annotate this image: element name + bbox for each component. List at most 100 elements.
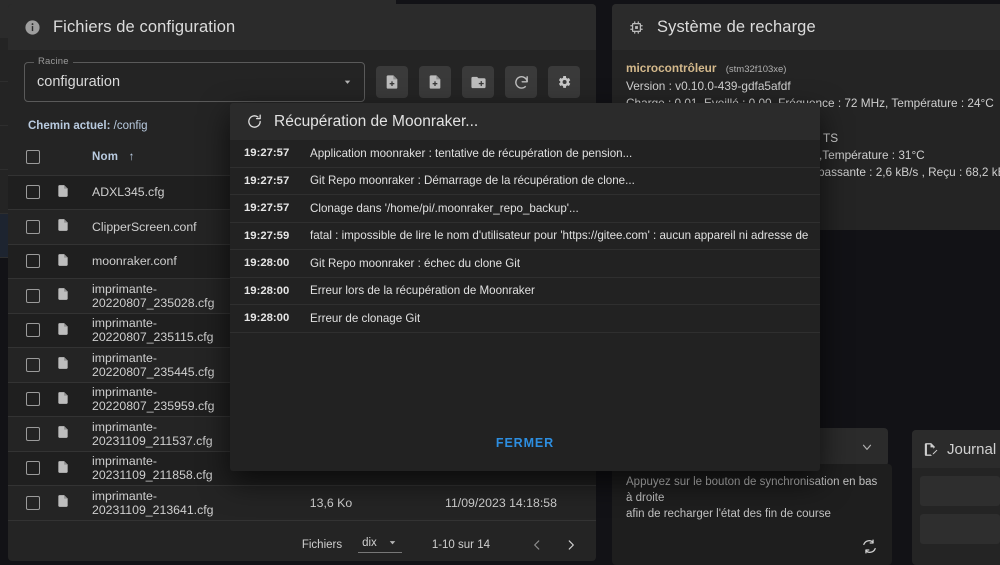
file-icon (56, 321, 70, 337)
log-time: 19:28:00 (244, 312, 290, 325)
mcu-version: Version : v0.10.0-439-gdfa5afdf (626, 79, 791, 93)
gear-icon (556, 74, 572, 90)
system-panel-header: Système de recharge (612, 4, 1000, 50)
file-plus-icon (427, 74, 443, 90)
sort-arrow-icon: ↑ (128, 151, 135, 164)
endstop-tooltip-panel: Appuyez sur le bouton de synchronisation… (612, 464, 892, 565)
paginator-next-button[interactable] (554, 528, 588, 562)
log-time: 19:27:57 (244, 147, 290, 160)
table-row[interactable]: imprimante-20231109_213641.cfg 13,6 Ko 11/… (8, 485, 596, 521)
select-all-checkbox[interactable] (26, 150, 40, 165)
file-icon (56, 217, 70, 233)
row-checkbox[interactable] (26, 357, 40, 372)
file-name: imprimante-20220807_235445.cfg (92, 350, 215, 379)
paginator: Fichiers dix 1-10 sur 14 (8, 521, 596, 562)
settings-button[interactable] (548, 66, 580, 98)
file-name: ClipperScreen.conf (92, 219, 197, 234)
file-icon-cell (56, 347, 90, 383)
breadcrumb-label: Chemin actuel: (28, 120, 111, 132)
log-message: Clonage dans '/home/pi/.moonraker_repo_b… (310, 201, 579, 215)
file-icon-cell (56, 244, 90, 279)
page-title: Fichiers de configuration (53, 17, 236, 36)
journal-row[interactable] (920, 514, 1000, 544)
new-folder-button[interactable] (462, 66, 494, 98)
app-root: Fichiers de configuration Racine configu… (0, 0, 1000, 565)
root-select[interactable]: Racine configuration (24, 56, 365, 102)
chevron-down-icon (860, 440, 874, 454)
info-icon (24, 19, 41, 36)
row-select-cell[interactable] (8, 209, 56, 245)
files-toolbar: Racine configuration (8, 50, 596, 108)
log-message: fatal : impossible de lire le nom d'util… (310, 229, 810, 243)
row-checkbox[interactable] (26, 461, 40, 476)
log-entry: 19:27:57 Clonage dans '/home/pi/.moonrake… (230, 195, 820, 223)
file-icon-cell (56, 313, 90, 348)
row-checkbox[interactable] (26, 426, 40, 441)
log-message: Application moonraker : tentative de réc… (310, 146, 633, 160)
file-icon-cell (56, 209, 90, 245)
file-icon (56, 355, 70, 371)
close-button[interactable]: FERMER (482, 428, 568, 458)
chip-icon (628, 19, 645, 36)
dialog-header: Récupération de Moonraker... (230, 103, 820, 140)
row-select-cell[interactable] (8, 416, 56, 452)
paginator-prev-button[interactable] (520, 528, 554, 562)
row-checkbox[interactable] (26, 495, 40, 510)
file-name: ADXL345.cfg (92, 185, 165, 200)
file-icon-cell (56, 451, 90, 486)
sync-button[interactable] (861, 538, 878, 555)
refresh-button[interactable] (505, 66, 537, 98)
row-checkbox[interactable] (26, 392, 40, 407)
file-icon-cell (56, 278, 90, 314)
row-select-cell[interactable] (8, 451, 56, 486)
row-select-cell[interactable] (8, 278, 56, 314)
row-select-cell[interactable] (8, 175, 56, 210)
chevron-left-icon (530, 538, 544, 552)
root-select-legend: Racine (34, 56, 73, 67)
mcu-chip: (stm32f103xe) (725, 64, 787, 75)
file-name: moonraker.conf (92, 254, 177, 269)
system-panel-title: Système de recharge (657, 17, 816, 36)
file-icon (56, 459, 70, 475)
log-time: 19:28:00 (244, 257, 290, 270)
file-icon-cell (56, 382, 90, 417)
icon-column-header (56, 140, 90, 176)
row-select-cell[interactable] (8, 244, 56, 279)
row-checkbox[interactable] (26, 323, 40, 338)
row-checkbox[interactable] (26, 254, 40, 269)
file-icon (56, 286, 70, 302)
chevron-down-icon (342, 77, 353, 88)
journal-panel-header: Journal (912, 430, 1000, 468)
journal-row[interactable] (920, 476, 1000, 506)
log-time: 19:28:00 (244, 284, 290, 297)
occluded-line-1: TS (823, 131, 839, 145)
log-message: Erreur de clonage Git (310, 311, 421, 325)
root-select-value: configuration (37, 74, 121, 90)
file-icon-cell (56, 416, 90, 452)
sync-icon (861, 538, 878, 555)
upload-file-button[interactable] (419, 66, 451, 98)
file-name: imprimante-20231109_213641.cfg (92, 488, 214, 517)
refresh-icon (513, 74, 530, 91)
dialog-footer: FERMER (230, 415, 820, 471)
page-size-select[interactable]: dix (358, 537, 402, 553)
row-select-cell[interactable] (8, 382, 56, 417)
file-name: imprimante-20220807_235028.cfg (92, 281, 215, 310)
select-all-cell[interactable] (8, 140, 56, 176)
config-files-header: Fichiers de configuration (8, 4, 596, 50)
file-size-cell: 13,6 Ko (256, 485, 406, 521)
row-checkbox[interactable] (26, 288, 40, 303)
row-select-cell[interactable] (8, 485, 56, 521)
file-name-cell[interactable]: imprimante-20231109_213641.cfg (90, 485, 256, 521)
journal-panel: Journal (912, 430, 1000, 565)
folder-plus-icon (470, 74, 487, 91)
row-select-cell[interactable] (8, 313, 56, 348)
row-select-cell[interactable] (8, 347, 56, 383)
file-name: imprimante-20231109_211858.cfg (92, 454, 213, 483)
row-checkbox[interactable] (26, 185, 40, 200)
mcu-line: microcontrôleur (stm32f103xe) (626, 60, 994, 78)
row-checkbox[interactable] (26, 219, 40, 234)
file-icon (56, 493, 70, 509)
occluded-line-3: passante : 2,6 kB/s , Reçu : 68,2 kB , (818, 165, 1000, 179)
new-file-button[interactable] (376, 66, 408, 98)
